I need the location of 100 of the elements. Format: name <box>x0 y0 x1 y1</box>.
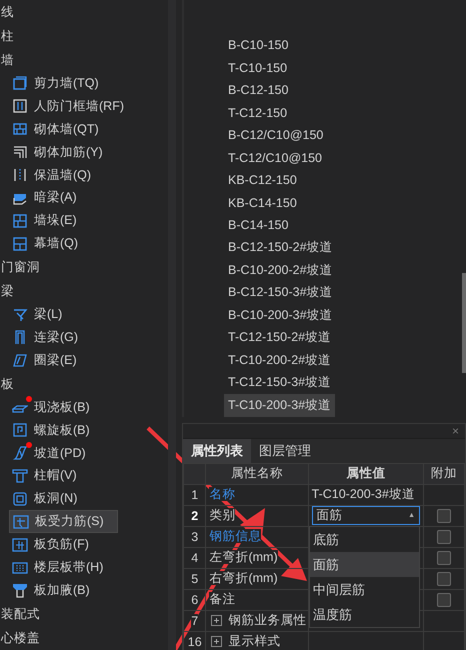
property-name: 钢筋业务属性 <box>228 613 306 627</box>
category-header[interactable]: 梁 <box>0 279 14 304</box>
negative-rebar-icon <box>12 536 28 553</box>
item-label: 楼层板带(H) <box>34 559 104 576</box>
component-item[interactable]: T-C10-200-3#坡道 <box>224 394 336 417</box>
component-item[interactable]: T-C12-150 <box>224 102 292 123</box>
item-label: 墙垛(E) <box>34 212 77 230</box>
row-number: 7 <box>184 610 206 631</box>
component-type-item[interactable]: 柱帽(V) <box>0 464 81 488</box>
component-type-item[interactable]: 砌体墙(QT) <box>0 118 103 141</box>
checkbox[interactable] <box>437 550 452 564</box>
property-name: 钢筋信息 <box>209 529 262 543</box>
row-number: 4 <box>184 547 206 568</box>
component-type-item[interactable]: 暗梁(A) <box>0 186 81 210</box>
component-type-item[interactable]: 板洞(N) <box>0 487 82 510</box>
property-name: 备注 <box>209 592 236 606</box>
category-header[interactable]: 墙 <box>0 48 14 72</box>
dropdown-option[interactable]: 温度筋 <box>310 602 419 626</box>
strip-icon <box>12 560 28 576</box>
checkbox[interactable] <box>437 530 452 544</box>
component-item[interactable]: B-C12-150-2#坡道 <box>224 236 337 260</box>
component-item[interactable]: KB-C12-150 <box>224 170 301 190</box>
corner-lines-icon <box>12 144 28 160</box>
category-header[interactable]: 柱 <box>0 24 14 48</box>
component-type-item[interactable]: 坡道(PD) <box>0 442 90 464</box>
component-type-item[interactable]: 墙垛(E) <box>0 209 81 232</box>
ramp-icon <box>12 445 28 462</box>
component-type-item[interactable]: 人防门框墙(RF) <box>0 94 128 118</box>
dropdown-option[interactable]: 底筋 <box>310 526 419 552</box>
item-label: 柱帽(V) <box>34 467 77 484</box>
column-header: 属性名称 <box>206 463 308 484</box>
checkbox[interactable] <box>437 592 452 606</box>
category-header[interactable]: 心楼盖 <box>0 626 40 650</box>
component-type-item[interactable]: 连梁(G) <box>0 326 82 349</box>
row-number: 3 <box>184 526 206 547</box>
checkbox[interactable] <box>437 508 452 522</box>
item-label: 板受力筋(S) <box>35 513 104 530</box>
scrollbar-thumb[interactable] <box>462 273 466 373</box>
component-item[interactable]: B-C12-150-3#坡道 <box>224 281 337 304</box>
component-type-item[interactable]: 剪力墙(TQ) <box>0 72 103 95</box>
component-type-item[interactable]: 圈梁(E) <box>0 348 81 372</box>
dropdown-option[interactable]: 中间层筋 <box>310 576 419 602</box>
expand-icon[interactable] <box>211 636 222 648</box>
item-label: 现浇板(B) <box>34 398 90 416</box>
component-type-item[interactable]: 保温墙(Q) <box>0 164 96 186</box>
item-label: 保温墙(Q) <box>34 166 92 184</box>
component-item[interactable]: T-C12-150-2#坡道 <box>224 326 336 350</box>
component-type-item[interactable]: 板负筋(F) <box>0 533 93 556</box>
row-number: 2 <box>184 505 206 526</box>
frame-icon <box>12 98 28 114</box>
component-type-item[interactable]: 楼层板带(H) <box>0 556 108 580</box>
component-type-item[interactable]: 板加腋(B) <box>0 579 94 602</box>
component-item[interactable]: B-C10-200-2#坡道 <box>224 258 337 282</box>
property-name: 显示样式 <box>228 634 280 648</box>
parallelogram-icon <box>12 352 28 368</box>
component-item[interactable]: B-C10-150 <box>224 35 292 56</box>
component-item[interactable]: B-C12/C10@150 <box>224 125 328 146</box>
row-number: 6 <box>184 589 206 610</box>
haunch-icon <box>12 582 28 598</box>
dropdown-option[interactable]: 面筋 <box>310 552 419 576</box>
component-item[interactable]: T-C12-150-3#坡道 <box>224 371 336 394</box>
property-name: 右弯折(mm) <box>209 571 278 585</box>
component-item[interactable]: B-C12-150 <box>224 80 292 100</box>
funnel-icon <box>12 306 28 323</box>
component-item[interactable]: B-C10-200-3#坡道 <box>224 304 337 327</box>
component-item[interactable]: T-C10-150 <box>224 58 292 78</box>
item-label: 板加腋(B) <box>34 582 90 599</box>
column-header: 属性值 <box>308 463 424 484</box>
component-type-item[interactable]: 砌体加筋(Y) <box>0 140 107 164</box>
item-label: 圈梁(E) <box>34 352 77 369</box>
category-header[interactable]: 板 <box>0 372 14 396</box>
component-item[interactable]: B-C14-150 <box>224 215 292 236</box>
property-name: 类别 <box>209 508 236 522</box>
column-cap-icon <box>12 468 28 484</box>
expand-icon[interactable] <box>211 615 222 626</box>
row-number: 5 <box>184 568 206 589</box>
category-header[interactable]: 门窗洞 <box>0 255 40 280</box>
component-item[interactable]: KB-C14-150 <box>224 192 301 213</box>
component-type-item[interactable]: 板受力筋(S) <box>9 510 118 534</box>
brick-icon <box>12 121 28 138</box>
checkbox[interactable] <box>437 572 452 586</box>
panel-tab[interactable]: 属性列表 <box>183 438 251 462</box>
row-number: 16 <box>184 631 206 650</box>
item-label: 幕墙(Q) <box>34 235 78 252</box>
panel-tab[interactable]: 图层管理 <box>251 438 319 462</box>
component-item[interactable]: T-C10-200-2#坡道 <box>224 348 336 372</box>
component-type-item[interactable]: 螺旋板(B) <box>0 418 94 442</box>
item-label: 螺旋板(B) <box>34 422 90 439</box>
component-type-item[interactable]: 梁(L) <box>0 303 66 326</box>
category-header[interactable]: 装配式 <box>0 602 40 626</box>
item-label: 梁(L) <box>34 306 62 324</box>
item-label: 剪力墙(TQ) <box>34 74 99 92</box>
component-type-item[interactable]: 现浇板(B) <box>0 396 94 419</box>
property-name: 名称 <box>209 487 236 501</box>
component-type-item[interactable]: 幕墙(Q) <box>0 232 82 256</box>
item-label: 暗梁(A) <box>34 189 77 206</box>
column-header: 附加 <box>424 463 464 484</box>
category-header[interactable]: 线 <box>0 0 14 24</box>
component-item[interactable]: T-C12/C10@150 <box>224 148 326 168</box>
rebar-icon <box>13 514 29 530</box>
